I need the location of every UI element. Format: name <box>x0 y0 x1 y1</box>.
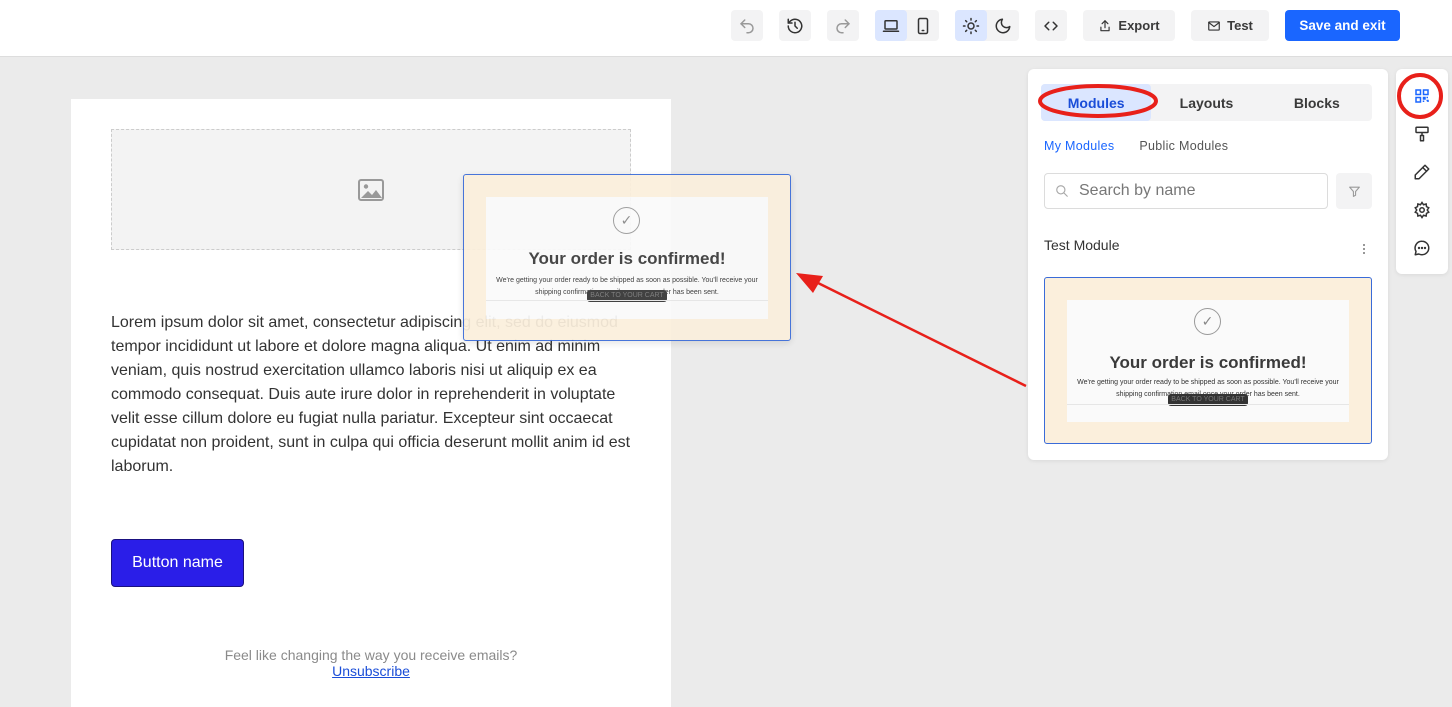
code-button[interactable] <box>1035 10 1067 41</box>
module-preview-inner: ✓ Your order is confirmed! We're getting… <box>486 197 768 319</box>
module-card-inner: ✓ Your order is confirmed! We're getting… <box>1067 300 1349 422</box>
export-icon <box>1100 19 1111 31</box>
mobile-view-button[interactable] <box>907 10 939 41</box>
pencil-icon <box>1414 164 1430 180</box>
history-icon <box>787 18 803 33</box>
paint-roller-icon <box>1415 126 1429 142</box>
annotation-arrow-line <box>811 278 1027 388</box>
module-title: Your order is confirmed! <box>1109 353 1307 372</box>
filter-button[interactable] <box>1336 173 1372 209</box>
dark-mode-button[interactable] <box>987 10 1019 41</box>
test-label: Test <box>1227 18 1253 33</box>
module-name: Test Module <box>1044 237 1120 253</box>
rail-style-button[interactable] <box>1410 122 1434 146</box>
light-mode-button[interactable] <box>955 10 987 41</box>
check-icon: ✓ <box>1194 308 1221 335</box>
module-divider <box>486 300 768 301</box>
module-subtabs: My Modules Public Modules <box>1044 139 1228 153</box>
image-icon <box>358 178 384 201</box>
mail-icon <box>1208 20 1220 31</box>
theme-toggle <box>955 10 1019 41</box>
export-button[interactable]: Export <box>1083 10 1175 41</box>
search-input[interactable] <box>1079 182 1299 200</box>
desktop-icon <box>882 19 900 32</box>
redo-icon <box>836 18 850 33</box>
settings-icon <box>1414 201 1430 219</box>
chat-icon <box>1414 240 1430 256</box>
moon-icon <box>995 18 1011 33</box>
module-card[interactable]: ✓ Your order is confirmed! We're getting… <box>1044 277 1372 444</box>
email-cta-button[interactable]: Button name <box>111 539 244 587</box>
test-button[interactable]: Test <box>1191 10 1269 41</box>
top-toolbar: Export Test Save and exit <box>0 0 1452 57</box>
rail-modules-button[interactable] <box>1410 84 1434 108</box>
modules-panel: Modules Layouts Blocks My Modules Public… <box>1028 69 1388 460</box>
export-label: Export <box>1118 18 1160 33</box>
tab-modules[interactable]: Modules <box>1041 84 1152 121</box>
dragged-module-preview[interactable]: ✓ Your order is confirmed! We're getting… <box>463 174 791 341</box>
subtab-my-modules[interactable]: My Modules <box>1044 139 1114 153</box>
tab-layouts[interactable]: Layouts <box>1151 84 1261 121</box>
sun-icon <box>962 17 980 34</box>
rail-settings-button[interactable] <box>1410 198 1434 222</box>
footer-text: Feel like changing the way you receive e… <box>224 647 518 663</box>
redo-button[interactable] <box>827 10 859 41</box>
check-icon: ✓ <box>613 207 640 234</box>
device-toggle <box>875 10 939 41</box>
module-divider <box>1067 404 1349 405</box>
annotation-arrow-head <box>796 273 823 293</box>
code-icon <box>1044 21 1058 30</box>
tab-blocks[interactable]: Blocks <box>1262 84 1372 121</box>
rail-comments-button[interactable] <box>1410 236 1434 260</box>
history-button[interactable] <box>779 10 811 41</box>
unsubscribe-link[interactable]: Unsubscribe <box>71 663 671 679</box>
side-rail <box>1396 69 1448 274</box>
rail-edit-button[interactable] <box>1410 160 1434 184</box>
undo-icon <box>740 18 754 33</box>
save-and-exit-button[interactable]: Save and exit <box>1285 10 1400 41</box>
desktop-view-button[interactable] <box>875 10 907 41</box>
module-menu-icon[interactable] <box>1358 241 1370 257</box>
modules-icon <box>1415 89 1429 103</box>
module-title: Your order is confirmed! <box>528 249 726 268</box>
search-icon <box>1056 185 1068 197</box>
search-box <box>1044 173 1328 209</box>
panel-tabs: Modules Layouts Blocks <box>1041 84 1372 121</box>
undo-button[interactable] <box>731 10 763 41</box>
subtab-public-modules[interactable]: Public Modules <box>1139 139 1228 153</box>
filter-icon <box>1348 186 1360 197</box>
mobile-icon <box>917 17 929 34</box>
